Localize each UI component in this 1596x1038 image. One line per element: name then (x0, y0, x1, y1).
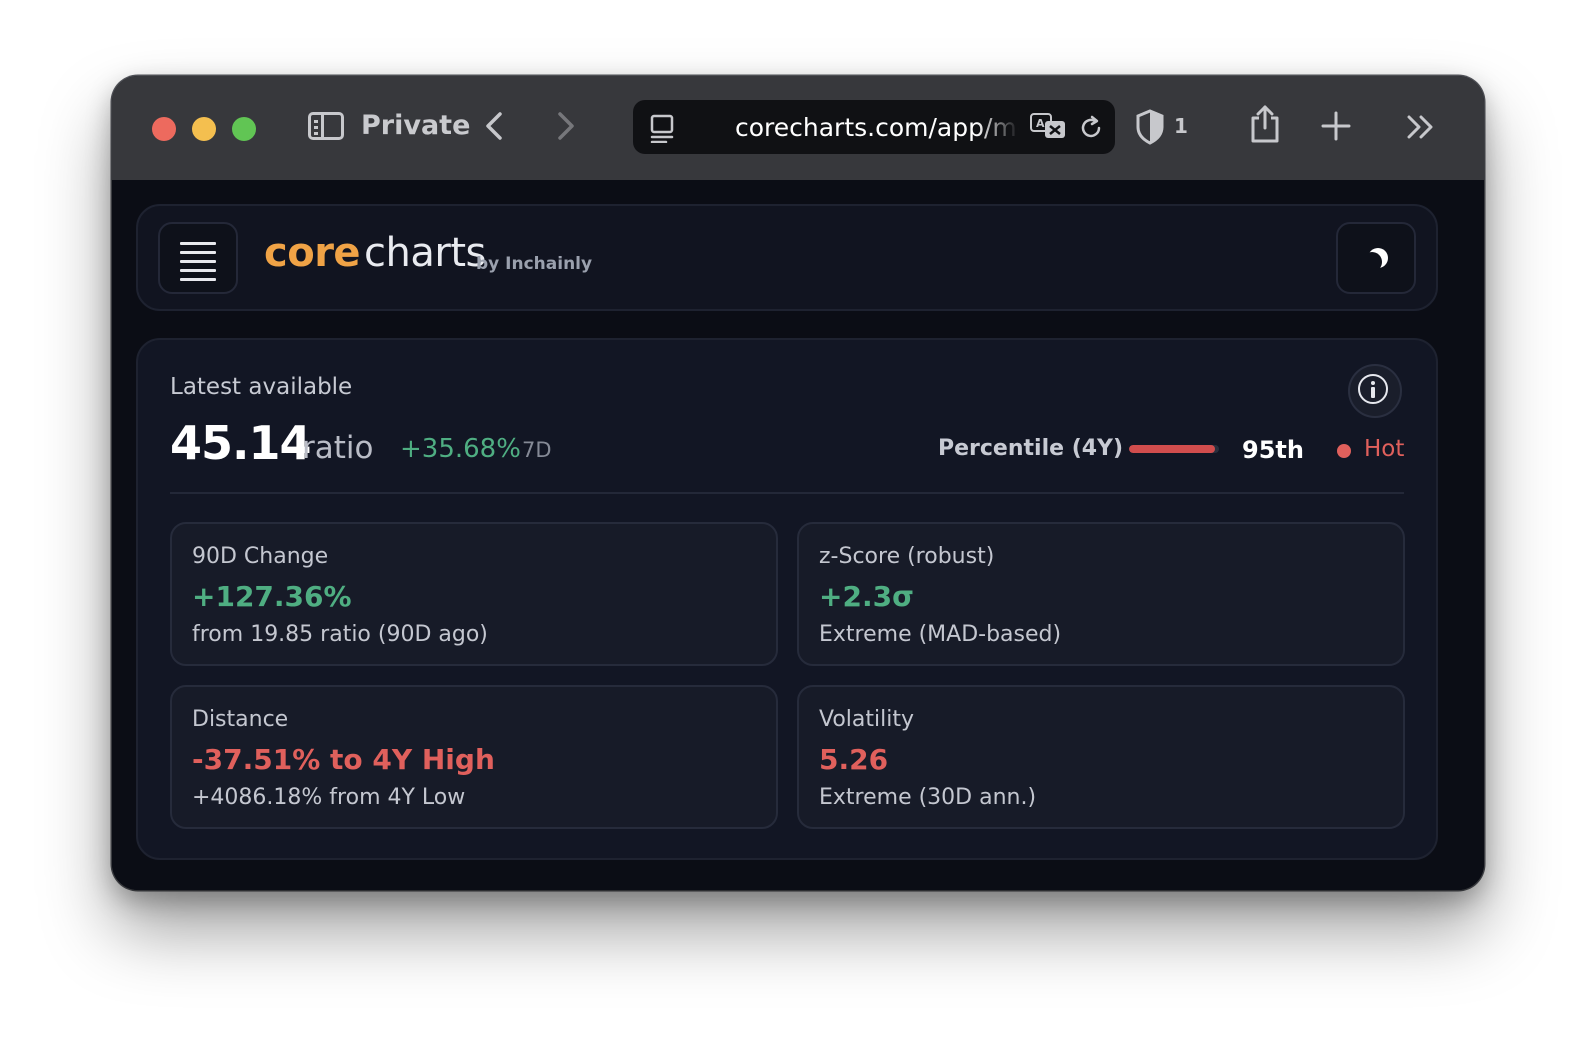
heat-status-dot (1337, 444, 1351, 458)
menu-button[interactable] (158, 222, 238, 294)
metric-summary-card: Latest available 45.14 ratio +35.68% 7D … (136, 338, 1438, 860)
latest-value: 45.14 (170, 416, 312, 470)
tracker-count: 1 (1174, 114, 1188, 138)
percentile-value: 95th (1242, 436, 1304, 464)
svg-text:A: A (1036, 117, 1045, 130)
latest-label: Latest available (170, 374, 353, 400)
page-content: core charts by Inchainly Latest available… (112, 180, 1484, 890)
moon-icon (1362, 252, 1382, 272)
translate-icon[interactable]: A (1029, 112, 1069, 142)
forward-arrow-icon[interactable] (544, 106, 584, 146)
delta-value: +35.68% (400, 434, 521, 464)
browser-toolbar: Private corecharts.com/app/metrics A (112, 76, 1484, 181)
stat-card-volatility: Volatility 5.26 Extreme (30D ann.) (797, 685, 1405, 829)
divider (170, 492, 1404, 494)
stat-value: 5.26 (819, 743, 889, 776)
percentile-label: Percentile (4Y) (938, 436, 1124, 461)
stat-title: Volatility (819, 707, 915, 732)
new-tab-icon[interactable] (1320, 110, 1352, 142)
logo-charts: charts (364, 230, 486, 276)
more-tabs-icon[interactable] (1404, 112, 1436, 142)
logo-byline: by Inchainly (476, 254, 593, 274)
stat-card-90d-change: 90D Change +127.36% from 19.85 ratio (90… (170, 522, 778, 666)
zoom-window-button[interactable] (232, 117, 256, 141)
share-icon[interactable] (1248, 104, 1282, 144)
url-text[interactable]: corecharts.com/app/metrics (735, 113, 1019, 142)
info-icon (1358, 374, 1388, 404)
app-header: core charts by Inchainly (136, 204, 1438, 311)
browser-window: Private corecharts.com/app/metrics A (112, 76, 1484, 890)
privacy-shield-icon[interactable] (1134, 108, 1166, 146)
heat-status-label: Hot (1364, 436, 1405, 462)
stat-subtitle: +4086.18% from 4Y Low (192, 785, 466, 810)
percentile-bar-fill (1129, 445, 1215, 453)
app-logo[interactable]: core charts (264, 230, 486, 276)
back-arrow-icon[interactable] (476, 106, 516, 146)
reload-icon[interactable] (1077, 114, 1105, 142)
minimize-window-button[interactable] (192, 117, 216, 141)
delta-period: 7D (522, 438, 552, 462)
logo-core: core (264, 230, 361, 276)
percentile-bar (1129, 445, 1219, 453)
address-bar[interactable]: corecharts.com/app/metrics A (633, 100, 1115, 154)
info-button[interactable] (1348, 364, 1402, 418)
stat-subtitle: Extreme (MAD-based) (819, 622, 1062, 647)
theme-toggle-button[interactable] (1336, 222, 1416, 294)
stat-subtitle: from 19.85 ratio (90D ago) (192, 622, 488, 647)
stat-value: +2.3σ (819, 580, 914, 613)
sidebar-toggle-icon[interactable] (308, 112, 344, 140)
stat-card-z-score: z-Score (robust) +2.3σ Extreme (MAD-base… (797, 522, 1405, 666)
stat-value: +127.36% (192, 580, 352, 613)
stat-title: Distance (192, 707, 289, 732)
value-unit: ratio (302, 430, 374, 466)
stat-title: z-Score (robust) (819, 544, 995, 569)
hamburger-icon (180, 242, 216, 287)
close-window-button[interactable] (152, 117, 176, 141)
private-browsing-label: Private (361, 110, 471, 141)
stat-subtitle: Extreme (30D ann.) (819, 785, 1037, 810)
page-menu-icon[interactable] (649, 113, 677, 143)
stat-card-distance: Distance -37.51% to 4Y High +4086.18% fr… (170, 685, 778, 829)
stat-title: 90D Change (192, 544, 329, 569)
stat-value: -37.51% to 4Y High (192, 743, 495, 776)
